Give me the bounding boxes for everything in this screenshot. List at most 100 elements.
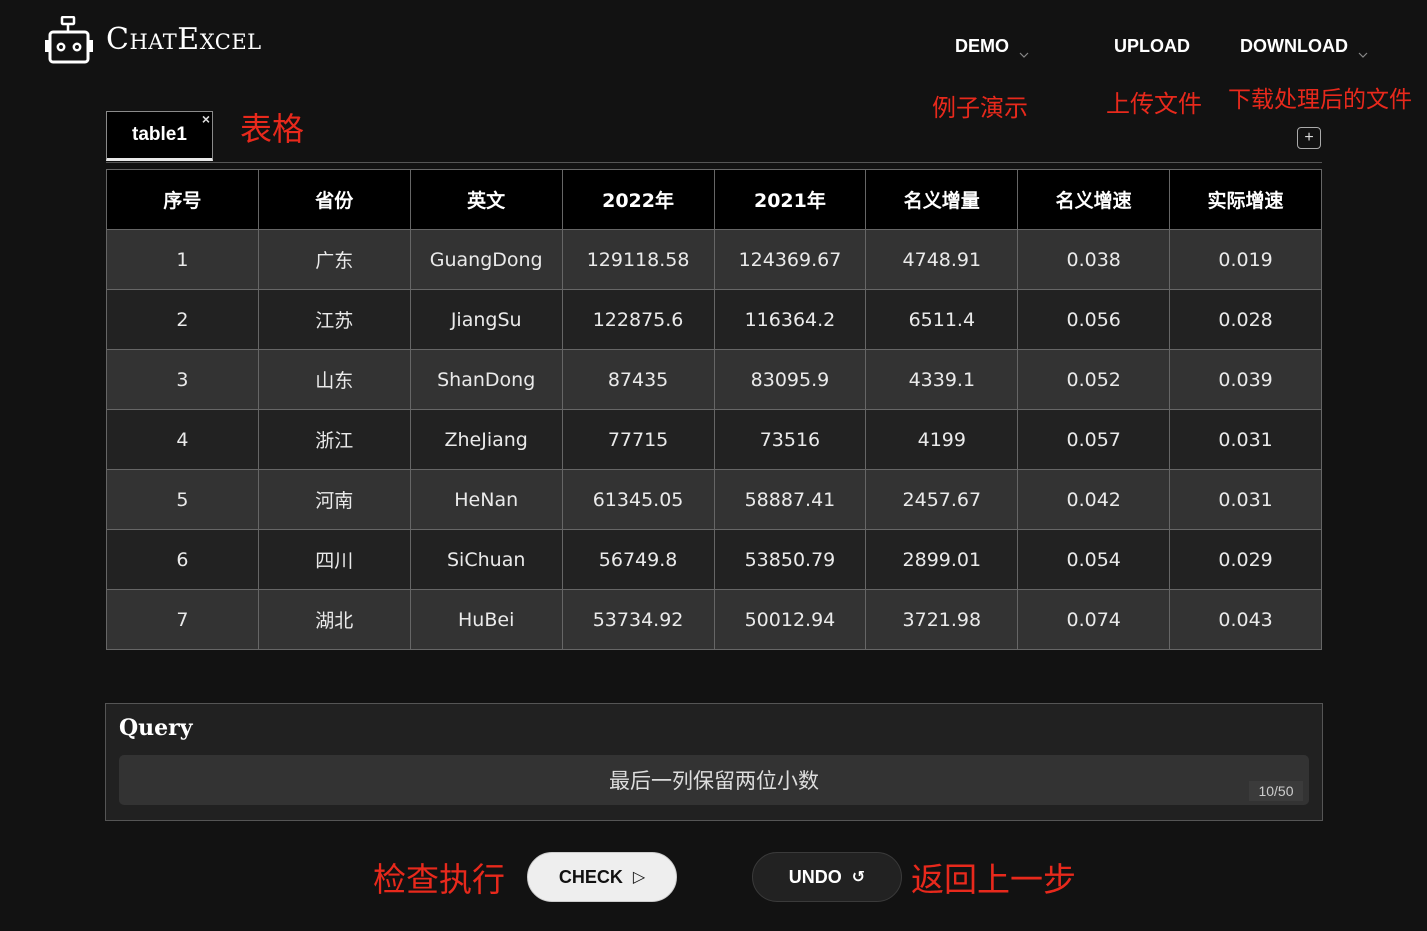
table-cell[interactable]: 5	[106, 469, 259, 530]
table-cell[interactable]: SiChuan	[409, 529, 563, 590]
table-cell[interactable]: ZheJiang	[409, 409, 563, 470]
table-cell[interactable]: 0.031	[1169, 469, 1322, 530]
column-header[interactable]: 实际增速	[1169, 169, 1322, 230]
table-row[interactable]: 6 四川 SiChuan 56749.8 53850.79 2899.01 0.054 0.0…	[106, 529, 1322, 590]
table-cell[interactable]: 0.039	[1169, 349, 1322, 410]
table-cell[interactable]: 0.074	[1017, 589, 1171, 650]
table-cell[interactable]: ShanDong	[409, 349, 563, 410]
table-cell[interactable]: 浙江	[257, 409, 411, 470]
app-title: ChatExcel	[106, 22, 262, 57]
table-cell[interactable]: 0.056	[1017, 289, 1171, 350]
tab-table1[interactable]: table1 ×	[106, 111, 213, 161]
table-row[interactable]: 3 山东 ShanDong 87435 83095.9 4339.1 0.052 0.039	[106, 349, 1322, 410]
table-cell[interactable]: 58887.41	[713, 469, 867, 530]
table-cell[interactable]: 0.054	[1017, 529, 1171, 590]
undo-icon: ↺	[851, 869, 866, 886]
table-cell[interactable]: 4339.1	[865, 349, 1019, 410]
table-cell[interactable]: 73516	[713, 409, 867, 470]
check-button-label: CHECK	[558, 866, 623, 887]
column-header[interactable]: 名义增速	[1017, 169, 1171, 230]
chevron-down-icon	[1019, 43, 1029, 58]
table-cell[interactable]: 0.043	[1169, 589, 1322, 650]
nav-download[interactable]: DOWNLOAD	[1240, 36, 1368, 58]
table-cell[interactable]: 50012.94	[713, 589, 867, 650]
table-cell[interactable]: 0.019	[1169, 229, 1322, 290]
robot-icon	[44, 16, 94, 64]
table-cell[interactable]: 0.029	[1169, 529, 1322, 590]
table-cell[interactable]: 2	[106, 289, 259, 350]
table-cell[interactable]: 129118.58	[561, 229, 715, 290]
table-cell[interactable]: 3721.98	[865, 589, 1019, 650]
chevron-down-icon	[1358, 43, 1368, 58]
table-cell[interactable]: 2457.67	[865, 469, 1019, 530]
undo-button-label: UNDO	[788, 866, 842, 887]
app-logo[interactable]: ChatExcel	[44, 16, 262, 64]
table-header-row: 序号 省份 英文 2022年 2021年 名义增量 名义增速 实际增速	[106, 169, 1322, 230]
column-header[interactable]: 2021年	[713, 169, 867, 230]
table-cell[interactable]: 湖北	[257, 589, 411, 650]
table-cell[interactable]: 6511.4	[865, 289, 1019, 350]
undo-button[interactable]: UNDO ↺	[752, 852, 902, 902]
close-icon[interactable]: ×	[202, 112, 210, 126]
column-header[interactable]: 名义增量	[865, 169, 1019, 230]
table-row[interactable]: 1 广东 GuangDong 129118.58 124369.67 4748.91 0.0…	[106, 229, 1322, 290]
table-cell[interactable]: 0.057	[1017, 409, 1171, 470]
play-icon: ▷	[632, 869, 646, 886]
table-cell[interactable]: 53734.92	[561, 589, 715, 650]
table-cell[interactable]: HuBei	[409, 589, 563, 650]
table-cell[interactable]: 0.038	[1017, 229, 1171, 290]
table-cell[interactable]: 广东	[257, 229, 411, 290]
table-row[interactable]: 4 浙江 ZheJiang 77715 73516 4199 0.057 0.031	[106, 409, 1322, 470]
table-cell[interactable]: 2899.01	[865, 529, 1019, 590]
table-cell[interactable]: GuangDong	[409, 229, 563, 290]
table-cell[interactable]: 56749.8	[561, 529, 715, 590]
table-cell[interactable]: 山东	[257, 349, 411, 410]
table-cell[interactable]: 1	[106, 229, 259, 290]
annotation-table: 表格	[240, 110, 305, 148]
column-header[interactable]: 序号	[106, 169, 259, 230]
table-cell[interactable]: 122875.6	[561, 289, 715, 350]
table-cell[interactable]: 0.042	[1017, 469, 1171, 530]
annotation-demo: 例子演示	[932, 94, 1028, 122]
annotation-download: 下载处理后的文件	[1228, 87, 1412, 113]
table-row[interactable]: 5 河南 HeNan 61345.05 58887.41 2457.67 0.042 0.03…	[106, 469, 1322, 530]
table-cell[interactable]: 0.031	[1169, 409, 1322, 470]
table-cell[interactable]: 四川	[257, 529, 411, 590]
table-cell[interactable]: 河南	[257, 469, 411, 530]
table-cell[interactable]: 83095.9	[713, 349, 867, 410]
table-cell[interactable]: 4748.91	[865, 229, 1019, 290]
table-cell[interactable]: 7	[106, 589, 259, 650]
tabs-divider	[106, 162, 1322, 163]
table-cell[interactable]: 124369.67	[713, 229, 867, 290]
table-cell[interactable]: 4199	[865, 409, 1019, 470]
annotation-check: 检查执行	[373, 860, 505, 899]
table-cell[interactable]: 6	[106, 529, 259, 590]
table-row[interactable]: 7 湖北 HuBei 53734.92 50012.94 3721.98 0.074 0.04…	[106, 589, 1322, 650]
nav-upload[interactable]: UPLOAD	[1114, 36, 1190, 57]
annotation-upload: 上传文件	[1106, 90, 1202, 118]
data-table: 序号 省份 英文 2022年 2021年 名义增量 名义增速 实际增速 1 广东 G…	[106, 169, 1322, 650]
table-cell[interactable]: HeNan	[409, 469, 563, 530]
table-cell[interactable]: 77715	[561, 409, 715, 470]
table-cell[interactable]: 53850.79	[713, 529, 867, 590]
column-header[interactable]: 2022年	[561, 169, 715, 230]
table-cell[interactable]: 116364.2	[713, 289, 867, 350]
table-cell[interactable]: 87435	[561, 349, 715, 410]
column-header[interactable]: 省份	[257, 169, 411, 230]
table-cell[interactable]: 0.052	[1017, 349, 1171, 410]
tab-label: table1	[132, 124, 187, 145]
nav-demo-label: DEMO	[955, 36, 1009, 56]
nav-demo[interactable]: DEMO	[955, 36, 1029, 58]
query-input[interactable]	[119, 755, 1309, 805]
nav-download-label: DOWNLOAD	[1240, 36, 1348, 56]
check-button[interactable]: CHECK ▷	[527, 852, 677, 902]
table-cell[interactable]: 0.028	[1169, 289, 1322, 350]
table-cell[interactable]: 4	[106, 409, 259, 470]
table-cell[interactable]: JiangSu	[409, 289, 563, 350]
add-tab-button[interactable]: +	[1297, 127, 1321, 149]
table-row[interactable]: 2 江苏 JiangSu 122875.6 116364.2 6511.4 0.056 0.0…	[106, 289, 1322, 350]
table-cell[interactable]: 3	[106, 349, 259, 410]
column-header[interactable]: 英文	[409, 169, 563, 230]
table-cell[interactable]: 61345.05	[561, 469, 715, 530]
table-cell[interactable]: 江苏	[257, 289, 411, 350]
